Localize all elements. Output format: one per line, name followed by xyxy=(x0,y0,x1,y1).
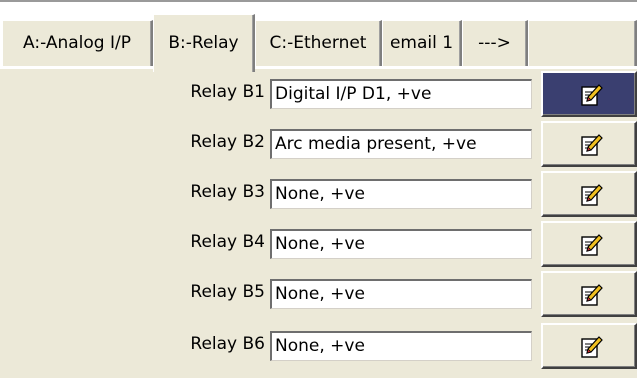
edit-icon xyxy=(581,184,603,206)
relay-label: Relay B1 xyxy=(190,82,265,102)
edit-icon xyxy=(581,134,603,156)
relay-row-b5: Relay B5 None, +ve xyxy=(0,269,637,317)
relay-config-window: A:-Analog I/P B:-Relay C:-Ethernet email… xyxy=(0,0,637,378)
relay-b2-edit-button[interactable] xyxy=(541,121,637,167)
relay-value-field[interactable]: None, +ve xyxy=(270,229,532,259)
relay-value-field[interactable]: None, +ve xyxy=(270,179,532,209)
tab-empty xyxy=(528,20,637,66)
relay-label: Relay B4 xyxy=(190,232,265,252)
tab-ethernet-label: C:-Ethernet xyxy=(269,33,367,53)
relay-b5-edit-button[interactable] xyxy=(541,271,637,317)
tab-more[interactable]: ---> xyxy=(462,20,528,66)
relay-value-field[interactable]: None, +ve xyxy=(270,279,532,309)
tab-more-label: ---> xyxy=(478,33,511,53)
relay-row-b4: Relay B4 None, +ve xyxy=(0,219,637,267)
relay-row-b3: Relay B3 None, +ve xyxy=(0,169,637,217)
tab-email-1[interactable]: email 1 xyxy=(382,20,462,66)
relay-row-b1: Relay B1 Digital I/P D1, +ve xyxy=(0,69,637,117)
edit-icon xyxy=(581,84,603,106)
tab-ethernet[interactable]: C:-Ethernet xyxy=(255,20,382,66)
relay-label: Relay B6 xyxy=(190,334,265,354)
tab-analog-ip-label: A:-Analog I/P xyxy=(23,33,131,53)
tab-strip-border xyxy=(0,0,637,2)
relay-b3-edit-button[interactable] xyxy=(541,171,637,217)
relay-row-b6: Relay B6 None, +ve xyxy=(0,321,637,369)
relay-label: Relay B3 xyxy=(190,182,265,202)
relay-value-field[interactable]: None, +ve xyxy=(270,331,532,361)
relay-b4-edit-button[interactable] xyxy=(541,221,637,267)
relay-value-field[interactable]: Digital I/P D1, +ve xyxy=(270,79,532,109)
relay-row-b2: Relay B2 Arc media present, +ve xyxy=(0,119,637,167)
relay-b6-edit-button[interactable] xyxy=(541,323,637,369)
tab-relay[interactable]: B:-Relay xyxy=(153,14,255,72)
tab-strip: A:-Analog I/P B:-Relay C:-Ethernet email… xyxy=(0,0,637,72)
tab-relay-label: B:-Relay xyxy=(168,33,239,53)
relay-panel: Relay B1 Digital I/P D1, +ve Relay B2 Ar… xyxy=(0,68,637,378)
relay-label: Relay B5 xyxy=(190,282,265,302)
tab-analog-ip[interactable]: A:-Analog I/P xyxy=(2,20,153,66)
tab-email-1-label: email 1 xyxy=(389,33,454,53)
relay-value-field[interactable]: Arc media present, +ve xyxy=(270,129,532,159)
relay-b1-edit-button[interactable] xyxy=(541,71,637,117)
edit-icon xyxy=(581,284,603,306)
edit-icon xyxy=(581,336,603,358)
relay-label: Relay B2 xyxy=(190,132,265,152)
edit-icon xyxy=(581,234,603,256)
